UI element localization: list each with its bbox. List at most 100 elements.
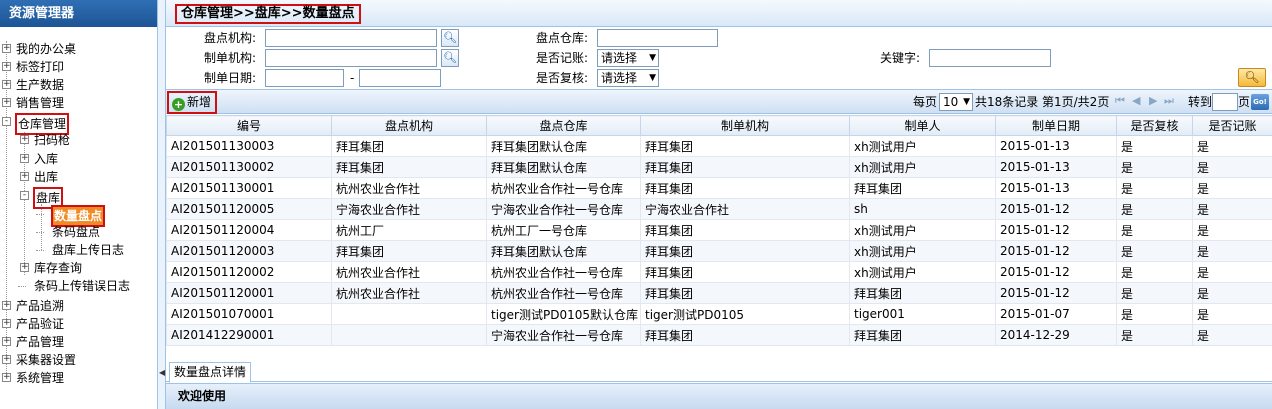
sidebar-item[interactable]: 盘库上传日志 [36,241,125,259]
main-panel: 仓库管理>>盘库>>数量盘点 盘点机构: 🔍︎ 盘点仓库: 制单机构: 🔍︎ 是… [166,0,1272,409]
chevron-down-icon: ▼ [649,53,656,63]
column-header[interactable]: 盘点机构 [331,115,487,136]
booked-select[interactable]: 请选择 ▼ [597,49,659,67]
expand-icon[interactable]: + [20,172,29,181]
org-picker-button[interactable]: 🔍︎ [441,29,459,47]
sidebar-item[interactable]: + 标签打印 [2,58,65,76]
date-from-input[interactable] [265,69,344,87]
goto-page-input[interactable] [1212,93,1238,111]
table-row[interactable]: AI201501120004 杭州工厂 杭州工厂一号仓库 拜耳集团 xh测试用户 2015… [166,219,1272,241]
table-cell: 拜耳集团默认仓库 [486,135,641,157]
table-row[interactable]: AI201501130001 杭州农业合作社 杭州农业合作社一号仓库 拜耳集团 拜耳集团… [166,177,1272,199]
column-header[interactable]: 是否复核 [1116,115,1193,136]
sidebar-item[interactable]: + 出库 [20,168,59,186]
sidebar-item-label: 出库 [34,170,59,184]
sidebar-item[interactable]: + 库存查询 [20,259,83,277]
table-cell: 拜耳集团 [849,282,996,304]
go-button[interactable]: Go! [1251,94,1269,110]
sidebar-item[interactable]: + 产品管理 [2,333,65,351]
expand-icon[interactable]: + [20,154,29,163]
sidebar-collapse-handle[interactable]: ◀ [158,0,166,409]
sidebar-item[interactable]: + 入库 [20,150,59,168]
search-button[interactable]: 🔍︎ [1238,68,1266,87]
table-cell: AI201501120004 [166,219,332,241]
org-label: 盘点机构: [204,31,257,45]
sidebar-item[interactable]: - 仓库管理 [2,113,70,135]
sidebar-item[interactable]: 数量盘点 [36,205,106,227]
plus-icon: + [172,98,185,111]
table-row[interactable]: AI201412290001 宁海农业合作社一号仓库 拜耳集团 拜耳集团 2014-12… [166,324,1272,346]
table-cell: 杭州农业合作社 [331,261,487,283]
column-header[interactable]: 编号 [166,115,332,136]
sidebar-item[interactable]: + 系统管理 [2,369,65,387]
maker-org-picker-button[interactable]: 🔍︎ [441,49,459,67]
expand-icon[interactable]: + [2,80,11,89]
detail-tabbar: 数量盘点详情 [166,362,1272,383]
expand-icon[interactable]: + [20,263,29,272]
sidebar-item[interactable]: 条码盘点 [36,223,101,241]
expand-icon[interactable]: + [20,135,29,144]
sidebar-title: 资源管理器 [0,0,157,27]
sidebar-item-label: 扫码枪 [34,133,71,147]
expand-icon[interactable]: + [2,44,11,53]
reviewed-select[interactable]: 请选择 ▼ [597,69,659,87]
table-cell: 宁海农业合作社一号仓库 [486,198,641,220]
prev-page-icon[interactable]: ◀ [1132,94,1140,107]
table-cell: 拜耳集团 [640,219,850,241]
collapse-icon[interactable]: - [20,191,29,200]
collapse-icon[interactable]: - [2,117,11,126]
sidebar-item[interactable]: + 采集器设置 [2,351,77,369]
keyword-input[interactable] [929,49,1051,67]
first-page-icon[interactable]: ⏮ [1115,94,1125,108]
expand-icon[interactable]: + [2,319,11,328]
maker-org-input[interactable] [265,49,437,67]
table-cell: tiger测试PD0105 [640,303,850,325]
sidebar-item[interactable]: + 产品追溯 [2,297,65,315]
table-cell: 是 [1192,324,1272,346]
sidebar: 资源管理器 + 我的办公桌 + 标签打印 + 生产数据 + 销售管理 - 仓库管理 + 扫码枪 + 入库 +… [0,0,158,409]
table-row[interactable]: AI201501120001 杭州农业合作社 杭州农业合作社一号仓库 拜耳集团 拜耳集团… [166,282,1272,304]
sidebar-item[interactable]: + 产品验证 [2,315,65,333]
expand-icon[interactable]: + [2,301,11,310]
column-header[interactable]: 制单人 [849,115,996,136]
table-cell: 是 [1192,156,1272,178]
table-row[interactable]: AI201501120005 宁海农业合作社 宁海农业合作社一号仓库 宁海农业合作社 s… [166,198,1272,220]
table-row[interactable]: AI201501130003 拜耳集团 拜耳集团默认仓库 拜耳集团 xh测试用户 2015… [166,135,1272,157]
table-row[interactable]: AI201501070001 tiger测试PD0105默认仓库 tiger测试PD… [166,303,1272,325]
sidebar-item-label: 盘库上传日志 [52,243,125,257]
org-input[interactable] [265,29,437,47]
table-row[interactable]: AI201501120002 杭州农业合作社 杭州农业合作社一号仓库 拜耳集团 xh测试… [166,261,1272,283]
table-cell: xh测试用户 [849,219,996,241]
expand-icon[interactable]: + [2,355,11,364]
next-page-icon[interactable]: ▶ [1149,94,1157,107]
column-header[interactable]: 制单机构 [640,115,850,136]
sidebar-item[interactable]: + 销售管理 [2,94,65,112]
table-cell: 拜耳集团 [640,135,850,157]
sidebar-item[interactable]: + 扫码枪 [20,131,71,149]
sidebar-item-label: 我的办公桌 [16,42,77,56]
column-header[interactable]: 是否记账 [1192,115,1272,136]
expand-icon[interactable]: + [2,62,11,71]
table-cell: xh测试用户 [849,135,996,157]
sidebar-item[interactable]: 条码上传错误日志 [18,277,131,295]
tab-detail[interactable]: 数量盘点详情 [169,362,252,383]
expand-icon[interactable]: + [2,98,11,107]
last-page-icon[interactable]: ⏭ [1164,94,1174,108]
per-page-select[interactable]: 10 ▼ [939,93,973,111]
date-to-input[interactable] [359,69,441,87]
sidebar-item[interactable]: + 我的办公桌 [2,40,77,58]
sidebar-item[interactable]: + 生产数据 [2,76,65,94]
table-row[interactable]: AI201501120003 拜耳集团 拜耳集团默认仓库 拜耳集团 xh测试用户 2015… [166,240,1272,262]
table-cell: 是 [1192,282,1272,304]
column-header[interactable]: 制单日期 [995,115,1117,136]
sidebar-item[interactable]: - 盘库 [20,187,64,209]
expand-icon[interactable]: + [2,373,11,382]
warehouse-input[interactable] [597,29,718,47]
expand-icon[interactable]: + [2,337,11,346]
add-button[interactable]: + 新增 [167,91,217,114]
breadcrumb: 仓库管理>>盘库>>数量盘点 [175,4,361,24]
table-cell: 拜耳集团 [640,282,850,304]
table-row[interactable]: AI201501130002 拜耳集团 拜耳集团默认仓库 拜耳集团 xh测试用户 2015… [166,156,1272,178]
column-header[interactable]: 盘点仓库 [486,115,641,136]
total-records: 共18条记录 [975,95,1039,109]
